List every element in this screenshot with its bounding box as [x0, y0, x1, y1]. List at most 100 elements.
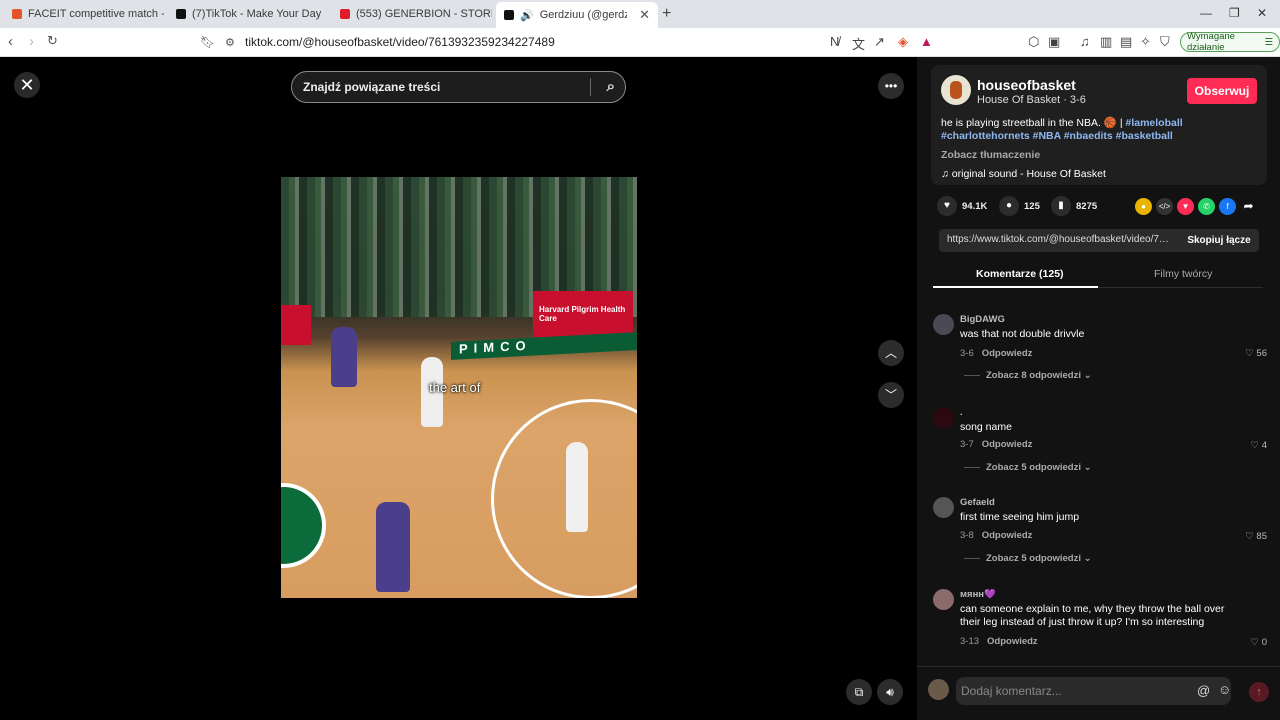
creator-avatar[interactable] [941, 75, 971, 105]
faceit-favicon-icon [12, 9, 22, 19]
brave-rewards-icon[interactable]: ▲ [920, 34, 933, 49]
search-placeholder: Znajdź powiązane treści [303, 80, 441, 94]
translate-icon[interactable]: 文 [852, 34, 865, 53]
reply-button[interactable]: Odpowiedz [982, 530, 1033, 541]
comment-input[interactable]: Dodaj komentarz... [956, 677, 1231, 705]
embed-icon[interactable]: </> [1156, 198, 1173, 215]
more-options-icon[interactable]: ••• [878, 73, 904, 99]
reader-icon[interactable]: N̸ [830, 34, 839, 49]
vpn-icon[interactable]: ⛉ [1160, 34, 1170, 50]
current-user-avatar [928, 679, 949, 700]
pip-icon[interactable]: ⧉ [846, 679, 872, 705]
video-description: he is playing streetball in the NBA. 🏀 |… [941, 117, 1261, 143]
save-button[interactable]: ▮ 8275 [1051, 196, 1097, 216]
creator-username[interactable]: houseofbasket [977, 77, 1076, 93]
comment-date: 3-8 [960, 530, 974, 541]
screenshot-icon[interactable]: ▣ [1048, 34, 1060, 50]
brave-shield-icon[interactable]: ◈ [898, 34, 908, 50]
comment-button[interactable]: ● 125 [999, 196, 1040, 216]
next-video-icon[interactable]: ﹀ [878, 382, 904, 408]
comment-like[interactable]: ♡ 85 [1245, 531, 1267, 542]
view-replies-button[interactable]: Zobacz 5 odpowiedzi ⌄ [964, 462, 1092, 473]
music-icon[interactable]: ♫ [1080, 34, 1090, 49]
share-page-icon[interactable]: ↗ [874, 34, 885, 50]
ai-icon[interactable]: ✧ [1140, 34, 1151, 50]
commenter-name[interactable]: мянн💜 [960, 589, 996, 600]
commenter-avatar[interactable] [933, 589, 954, 610]
bookmark-icon[interactable]: 🔖︎ [200, 35, 215, 49]
reply-button[interactable]: Odpowiedz [982, 439, 1033, 450]
browser-tab-tiktok[interactable]: (7)TikTok - Make Your Day [168, 2, 328, 26]
browser-tab-youtube[interactable]: (553) GENERBION - STORM starring [332, 2, 492, 26]
minimize-icon[interactable]: — [1200, 6, 1212, 20]
comment-like-count: 56 [1256, 348, 1267, 359]
send-comment-button[interactable]: ↑ [1249, 682, 1269, 702]
follow-button[interactable]: Obserwuj [1187, 78, 1257, 104]
required-action-button[interactable]: Wymagane działanie ☰ [1180, 31, 1280, 53]
facebook-icon[interactable]: f [1219, 198, 1236, 215]
new-tab-button[interactable]: + [662, 5, 671, 23]
close-window-icon[interactable]: ✕ [1257, 6, 1267, 20]
comment-like[interactable]: ♡ 0 [1251, 637, 1267, 648]
related-search-input[interactable]: Znajdź powiązane treści ⌕ [291, 71, 626, 103]
previous-video-icon[interactable]: ︿ [878, 340, 904, 366]
browser-tab-active[interactable]: 🔊 Gerdziuu (@gerdziuuu) | TikT ✕ [496, 2, 658, 28]
commenter-avatar[interactable] [933, 497, 954, 518]
commenter-name[interactable]: BigDAWG [960, 314, 1005, 325]
commenter-name[interactable]: Gefaeld [960, 497, 995, 508]
comment-date: 3-6 [960, 348, 974, 359]
emoji-icon[interactable]: ☺ [1218, 682, 1231, 697]
close-video-icon[interactable]: ✕ [14, 72, 40, 98]
commenter-avatar[interactable] [933, 407, 954, 428]
sidebar-icon[interactable]: ▥ [1100, 34, 1112, 50]
comment-text: can someone explain to me, why they thro… [960, 603, 1225, 628]
mention-icon[interactable]: @ [1197, 683, 1210, 698]
send-to-friend-icon[interactable]: ▼ [1177, 198, 1194, 215]
extensions-icon[interactable]: ⬡ [1028, 34, 1039, 50]
comment-icon: ● [999, 196, 1019, 216]
comment-text: was that not double drivvle [960, 328, 1085, 340]
sound-link[interactable]: ♫ original sound - House Of Basket [941, 168, 1106, 180]
whatsapp-icon[interactable]: ✆ [1198, 198, 1215, 215]
view-replies-button[interactable]: Zobacz 8 odpowiedzi ⌄ [964, 370, 1092, 381]
like-button[interactable]: ♥ 94.1K [937, 196, 987, 216]
tiktok-favicon-icon [504, 10, 514, 20]
chevron-down-icon: ⌄ [1083, 462, 1092, 473]
wallet-icon[interactable]: ▤ [1120, 34, 1132, 50]
address-bar[interactable]: tiktok.com/@houseofbasket/video/76139323… [245, 35, 555, 49]
site-info-icon[interactable]: ⚙ [225, 36, 235, 49]
heart-outline-icon: ♡ [1250, 637, 1262, 648]
chevron-down-icon: ⌄ [1083, 553, 1092, 564]
tab-comments[interactable]: Komentarze (125) [976, 268, 1064, 280]
close-tab-icon[interactable]: ✕ [633, 7, 650, 23]
volume-icon[interactable]: 🔊︎ [877, 679, 903, 705]
comment-like[interactable]: ♡ 56 [1245, 348, 1267, 359]
maximize-icon[interactable]: ❐ [1229, 6, 1240, 20]
comment-like-count: 0 [1261, 637, 1267, 648]
description-text: he is playing streetball in the NBA. 🏀 | [941, 117, 1126, 129]
commenter-avatar[interactable] [933, 314, 954, 335]
engagement-bar: ♥ 94.1K ● 125 ▮ 8275 ● </> ▼ ✆ f ➦ [931, 196, 1267, 220]
active-tab-indicator [933, 286, 1098, 288]
tab-creator-videos[interactable]: Filmy twórcy [1154, 268, 1212, 280]
search-icon[interactable]: ⌕ [607, 72, 615, 102]
coin-icon[interactable]: ● [1135, 198, 1152, 215]
browser-tab-faceit[interactable]: FACEIT competitive match - FACEIT.c [4, 2, 164, 26]
comment-like[interactable]: ♡ 4 [1251, 440, 1267, 451]
commenter-name[interactable]: . [960, 407, 963, 418]
view-replies-button[interactable]: Zobacz 5 odpowiedzi ⌄ [964, 553, 1092, 564]
back-icon[interactable]: ‹ [8, 33, 13, 50]
forward-icon[interactable]: › [29, 33, 34, 50]
browser-tab-bar: FACEIT competitive match - FACEIT.c (7)T… [0, 0, 1280, 28]
reload-icon[interactable]: ↻ [47, 33, 58, 49]
player-celtics [566, 442, 588, 532]
share-icon[interactable]: ➦ [1240, 198, 1257, 215]
see-translation-link[interactable]: Zobacz tłumaczenie [941, 149, 1040, 161]
menu-icon: ☰ [1264, 36, 1273, 48]
comment-like-count: 4 [1261, 440, 1267, 451]
copy-link-button[interactable]: Skopiuj łącze [1179, 229, 1259, 252]
court-logo [281, 483, 326, 568]
reply-button[interactable]: Odpowiedz [987, 636, 1038, 647]
reply-button[interactable]: Odpowiedz [982, 348, 1033, 359]
share-link-url[interactable]: https://www.tiktok.com/@houseofbasket/vi… [947, 234, 1172, 245]
